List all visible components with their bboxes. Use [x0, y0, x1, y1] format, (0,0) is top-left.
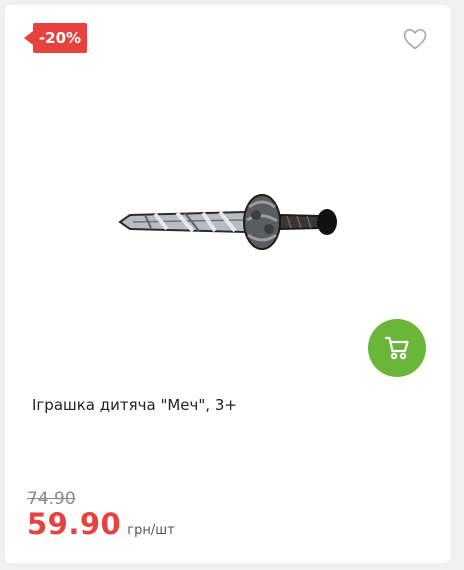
add-to-cart-button[interactable]: [368, 319, 426, 377]
discount-badge: -20%: [24, 23, 87, 53]
product-title[interactable]: Іграшка дитяча "Меч", 3+: [32, 396, 422, 414]
price-unit: грн/шт: [127, 523, 175, 538]
shopping-cart-icon: [384, 336, 409, 360]
favorite-button[interactable]: [403, 28, 427, 50]
old-price: 74.90: [27, 489, 76, 509]
product-card: -20% Іграшка дитяча "Меч", 3+ 74.90 59.9…: [5, 5, 450, 563]
current-price: 59.90: [27, 507, 122, 541]
heart-outline-icon: [403, 29, 427, 50]
toy-sword-image: [118, 194, 337, 250]
price-row: 59.90 грн/шт: [27, 507, 175, 541]
